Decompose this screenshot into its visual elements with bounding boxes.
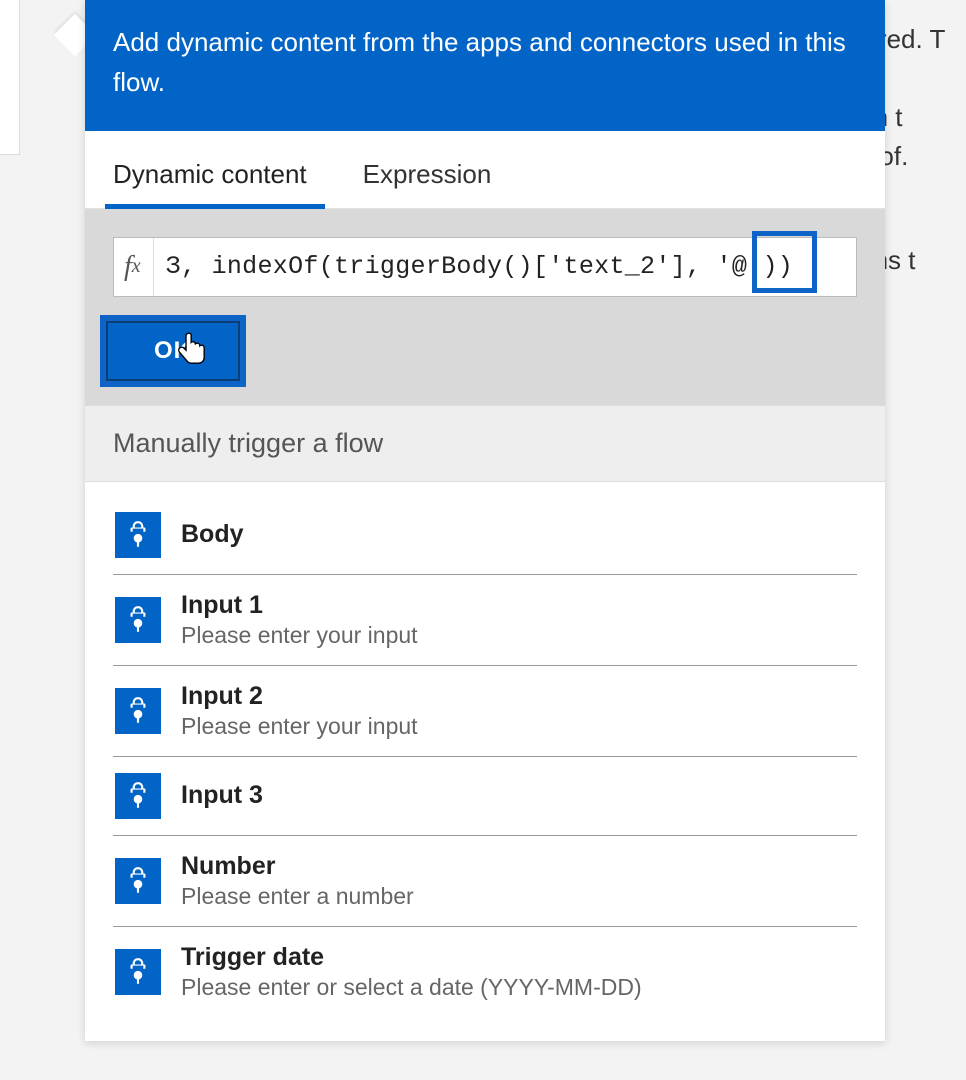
item-text: Number Please enter a number xyxy=(181,852,414,910)
trigger-icon xyxy=(115,597,161,643)
list-item[interactable]: Body xyxy=(113,490,857,575)
expression-area: fx З, indexOf(triggerBody()['text_2'], '… xyxy=(85,209,885,482)
trigger-icon xyxy=(115,512,161,558)
section-header: Manually trigger a flow xyxy=(85,405,885,482)
item-desc: Please enter or select a date (YYYY-MM-D… xyxy=(181,974,642,1001)
item-text: Input 2 Please enter your input xyxy=(181,682,418,740)
tabs-row: Dynamic content Expression xyxy=(85,131,885,209)
list-item[interactable]: Number Please enter a number xyxy=(113,836,857,927)
ok-button-label: OK xyxy=(154,337,192,364)
list-item[interactable]: Input 2 Please enter your input xyxy=(113,666,857,757)
item-title: Body xyxy=(181,520,244,549)
trigger-icon xyxy=(115,949,161,995)
list-item[interactable]: Trigger date Please enter or select a da… xyxy=(113,927,857,1017)
item-title: Trigger date xyxy=(181,943,642,972)
trigger-icon xyxy=(115,858,161,904)
item-desc: Please enter your input xyxy=(181,713,418,740)
ok-button[interactable]: OK xyxy=(106,321,240,381)
ok-button-highlight: OK xyxy=(100,315,246,387)
item-title: Input 1 xyxy=(181,591,418,620)
item-desc: Please enter a number xyxy=(181,883,414,910)
item-text: Trigger date Please enter or select a da… xyxy=(181,943,642,1001)
item-text: Input 1 Please enter your input xyxy=(181,591,418,649)
item-text: Input 3 xyxy=(181,781,263,810)
trigger-icon xyxy=(115,773,161,819)
item-desc: Please enter your input xyxy=(181,622,418,649)
item-title: Input 3 xyxy=(181,781,263,810)
item-text: Body xyxy=(181,520,244,549)
expression-input[interactable]: fx З, indexOf(triggerBody()['text_2'], '… xyxy=(113,237,857,297)
list-item[interactable]: Input 1 Please enter your input xyxy=(113,575,857,666)
tab-dynamic-content[interactable]: Dynamic content xyxy=(85,149,335,208)
fx-icon: fx xyxy=(114,238,154,296)
list-item[interactable]: Input 3 xyxy=(113,757,857,836)
item-title: Input 2 xyxy=(181,682,418,711)
dynamic-content-list: Body Input 1 Please enter your input Inp… xyxy=(85,482,885,1041)
dynamic-content-panel: Add dynamic content from the apps and co… xyxy=(85,0,885,1041)
left-edge-fragment xyxy=(0,0,20,155)
tab-expression[interactable]: Expression xyxy=(335,149,520,208)
expression-text[interactable]: З, indexOf(triggerBody()['text_2'], '@')… xyxy=(154,252,856,281)
item-title: Number xyxy=(181,852,414,881)
trigger-icon xyxy=(115,688,161,734)
panel-banner: Add dynamic content from the apps and co… xyxy=(85,0,885,131)
